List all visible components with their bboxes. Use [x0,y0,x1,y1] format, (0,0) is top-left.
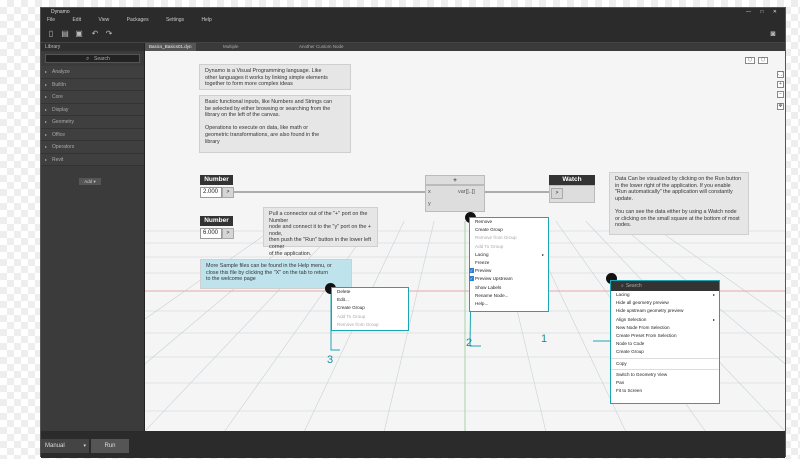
menu2-help[interactable]: Help... [470,300,548,308]
context-menu-1: ⌕ Search Lacing ▸ Hide all geometry previe… [610,280,720,404]
workspace-canvas[interactable]: ⬡ ⬡ ⛶ + − ✥ Dynamo is a Visual Programmi… [145,51,785,431]
library-panel: Library ⌕ Search ▸ Analyze ▸ BuiltIn ▸ Core… [41,43,145,431]
library-search-placeholder: Search [94,56,110,62]
menu2-rename-node[interactable]: Rename Node... [470,292,548,300]
expand-arrow-icon: ▸ [45,69,48,74]
save-icon[interactable]: ▣ [75,29,83,38]
undo-icon[interactable]: ↶ [91,29,99,38]
expand-arrow-icon: ▸ [45,119,48,124]
context-menu-2: Remove Create Group Remove from Group Ad… [469,217,549,312]
context-menu-3: Delete Edit... Create Group Add To Group… [331,287,409,331]
menu-view[interactable]: View [98,17,109,23]
menu3-edit[interactable]: Edit... [332,296,408,304]
menu-separator [611,368,719,370]
menu1-node-to-code[interactable]: Node to Code [611,340,719,348]
chevron-down-icon: ▾ [83,443,86,449]
menu2-preview-upstream[interactable]: ✓ Preview Upstream [469,275,548,283]
menu-help[interactable]: Help [201,17,211,23]
library-category-core[interactable]: ▸ Core [41,91,144,104]
menu3-create-group[interactable]: Create Group [332,304,408,312]
camera-icon[interactable]: ◙ [769,29,777,38]
submenu-arrow-icon: ▸ [712,316,715,322]
menu3-add-to-group: Add To Group [337,313,366,319]
menu2-remove-from-group: Remove from Group [475,235,517,241]
menu-edit[interactable]: Edit [72,17,81,23]
menu-file[interactable]: File [47,17,55,23]
redo-icon[interactable]: ↷ [105,29,113,38]
submenu-arrow-icon: ▸ [541,251,544,257]
menu1-create-preset[interactable]: Create Preset From Selection [611,332,719,340]
close-icon[interactable]: ✕ [773,9,781,15]
menu2-create-group[interactable]: Create Group [470,226,548,234]
dynamo-window: Dynamo — □ ✕ File Edit View Packages Set… [40,7,786,458]
search-icon: ⌕ [621,283,624,289]
search-icon: ⌕ [86,56,90,62]
library-search-input[interactable]: ⌕ Search [45,54,140,63]
title-bar: Dynamo — □ ✕ [41,8,785,16]
tab-bar: Basics_Basics01.dyn Multiple Another Cus… [145,43,785,51]
menu2-lacing[interactable]: Lacing ▸ [470,251,548,259]
callout-label-2: 2 [466,337,473,349]
submenu-arrow-icon: ▸ [712,292,715,297]
window-title: Dynamo [51,9,70,15]
menu1-lacing[interactable]: Lacing ▸ [611,291,719,299]
library-category-analyze[interactable]: ▸ Analyze [41,66,144,79]
maximize-icon[interactable]: □ [760,9,767,15]
checkmark-icon: ✓ [469,276,474,282]
menu2-add-to-group: Add To Group [475,243,504,249]
menu-bar: File Edit View Packages Settings Help [41,16,785,25]
menu1-create-group[interactable]: Create Group [611,348,719,356]
tab-multiple[interactable]: Multiple [219,43,243,51]
menu2-preview[interactable]: ✓ Preview [469,267,548,275]
bottom-bar: Manual ▾ Run [41,431,785,458]
library-category-revit[interactable]: ▸ Revit [41,153,144,166]
menu-packages[interactable]: Packages [127,17,149,23]
library-category-operators[interactable]: ▸ Operators [41,141,144,154]
menu1-copy[interactable]: Copy [611,360,719,368]
minimize-icon[interactable]: — [746,9,755,15]
library-category-builtin[interactable]: ▸ BuiltIn [41,78,144,91]
expand-arrow-icon: ▸ [45,106,48,112]
menu-settings[interactable]: Settings [166,17,184,23]
run-mode-dropdown[interactable]: Manual ▾ [41,439,89,453]
menu1-new-node-from-selection[interactable]: New Node From Selection [611,324,719,332]
menu3-remove-from-group: Remove from Group [337,321,379,327]
tab-basics[interactable]: Basics_Basics01.dyn [145,43,196,51]
menu2-show-labels[interactable]: Show Labels [470,284,548,292]
library-title: Library [41,43,144,51]
menu1-align-selection[interactable]: Align Selection ▸ [611,316,719,324]
add-button[interactable]: Add ▾ [79,178,101,185]
menu1-hide-all-preview[interactable]: Hide all geometry preview [611,299,719,307]
new-file-icon[interactable]: ▯ [47,29,55,38]
menu3-delete[interactable]: Delete [332,288,408,296]
expand-arrow-icon: ▸ [45,131,48,137]
menu1-hide-upstream-preview[interactable]: Hide upstream geometry preview [611,307,719,315]
menu2-freeze[interactable]: Freeze [470,259,548,267]
window-controls[interactable]: — □ ✕ [746,8,781,16]
menu-separator [611,357,719,359]
checkmark-icon: ✓ [469,268,474,274]
library-category-display[interactable]: ▸ Display [41,103,144,116]
menu1-search-input[interactable]: ⌕ Search [611,281,719,291]
tab-custom-node[interactable]: Another Custom Node [295,43,348,51]
menu1-switch-geometry-view[interactable]: Switch to Geometry View [611,371,719,379]
expand-arrow-icon: ▸ [45,144,48,149]
callout-label-3: 3 [327,354,334,366]
toolbar: ▯ ▤ ▣ ↶ ↷ ◙ [41,25,785,43]
callout-label-1: 1 [541,333,548,345]
menu1-pan[interactable]: Pan [611,379,719,387]
expand-arrow-icon: ▸ [45,94,48,99]
run-button[interactable]: Run [91,439,129,453]
open-file-icon[interactable]: ▤ [61,29,69,38]
menu1-fit-to-screen[interactable]: Fit to Screen [611,387,719,395]
menu2-remove[interactable]: Remove [470,218,548,226]
expand-arrow-icon: ▸ [45,156,48,162]
expand-arrow-icon: ▸ [45,81,48,87]
library-category-geometry[interactable]: ▸ Geometry [41,116,144,129]
library-category-office[interactable]: ▸ Office [41,128,144,141]
